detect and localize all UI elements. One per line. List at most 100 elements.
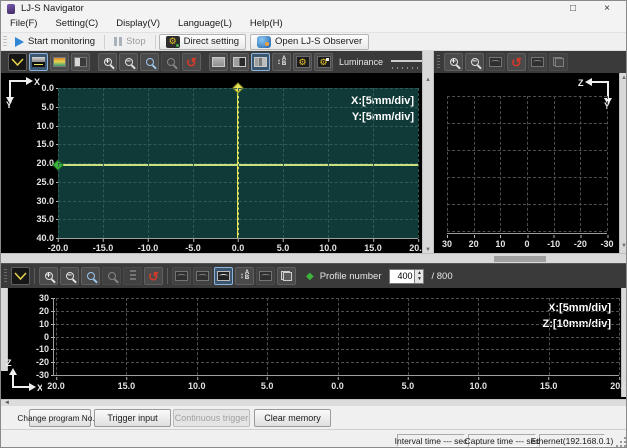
ab-compare-button[interactable]: ↕ AB xyxy=(272,53,291,71)
start-monitoring-button[interactable]: Start monitoring xyxy=(9,34,101,50)
undo-icon: ↺ xyxy=(148,270,159,283)
xz-view-3-button[interactable] xyxy=(214,267,233,285)
profile-wave-icon xyxy=(14,271,27,281)
zoom-in-button[interactable]: + xyxy=(98,53,117,71)
menu-file[interactable]: File(F) xyxy=(1,16,46,32)
zoom-in-icon: + xyxy=(45,272,53,280)
change-program-button[interactable]: Change program No. ▼ xyxy=(29,409,91,427)
xz-view-2-button[interactable] xyxy=(193,267,212,285)
close-button[interactable]: × xyxy=(592,1,622,16)
resize-grip[interactable] xyxy=(614,435,626,447)
gridline xyxy=(554,96,555,231)
maximize-button[interactable]: □ xyxy=(558,1,588,16)
spin-down-icon[interactable]: ▼ xyxy=(415,276,423,283)
mono-image-view-button[interactable] xyxy=(71,53,90,71)
zy-display-button[interactable] xyxy=(528,53,547,71)
horizontal-scrollbar-top[interactable] xyxy=(1,253,627,263)
trigger-input-button[interactable]: Trigger input xyxy=(94,409,171,427)
vertical-scrollbar-left[interactable]: ▲ ▼ xyxy=(422,51,434,263)
profile-display-button[interactable] xyxy=(11,267,30,285)
zy-copy-button[interactable] xyxy=(549,53,568,71)
vertical-scrollbar-right[interactable]: ▲ ▼ xyxy=(619,73,627,253)
zy-zoom-fit-button[interactable] xyxy=(486,53,505,71)
stop-button[interactable]: Stop xyxy=(108,34,152,50)
profile-view-button[interactable] xyxy=(8,53,27,71)
zy-zoom-in-button[interactable]: + xyxy=(444,53,463,71)
clear-memory-button[interactable]: Clear memory xyxy=(254,409,331,427)
luminance-label: Luminance xyxy=(339,57,383,67)
color-image-view-button[interactable] xyxy=(50,53,69,71)
menu-setting[interactable]: Setting(C) xyxy=(46,16,107,32)
menu-language[interactable]: Language(L) xyxy=(169,16,241,32)
head-setting-1-button[interactable]: ⚙ xyxy=(293,53,312,71)
clear-memory-label: Clear memory xyxy=(264,413,321,423)
xy-y-axis: 0.05.010.015.020.025.030.035.040.0 xyxy=(27,88,54,238)
zoom-out-button[interactable]: − xyxy=(119,53,138,71)
gridline xyxy=(56,311,619,312)
profile-toolbar: + − ↺ ↕ AB ◆ Profile number xyxy=(1,263,627,288)
zoom-previous-button[interactable] xyxy=(161,53,180,71)
x-div-label: X:[5mm/div] xyxy=(351,93,414,109)
direct-setting-label: Direct setting xyxy=(184,36,239,47)
window-title: LJ-S Navigator xyxy=(21,3,84,14)
zoom-reset-button[interactable]: ↺ xyxy=(182,53,201,71)
zy-zoom-reset-button[interactable]: ↺ xyxy=(507,53,526,71)
image-profile-view-button[interactable] xyxy=(29,53,48,71)
xz-ab-compare-button[interactable]: ↕ AB xyxy=(235,267,254,285)
xz-zoom-out-button[interactable]: − xyxy=(60,267,79,285)
gridline xyxy=(478,298,479,375)
xz-x-axis: 20.015.010.05.00.05.010.015.020.0 xyxy=(56,377,619,391)
layout-single-button[interactable] xyxy=(209,53,228,71)
scroll-up-icon[interactable]: ▲ xyxy=(620,75,627,82)
zy-plot-area[interactable] xyxy=(447,96,607,231)
profile-number-spinner[interactable]: 400 ▲ ▼ xyxy=(389,269,424,284)
xz-zoom-area-button[interactable] xyxy=(81,267,100,285)
tick-label: 40.0 xyxy=(36,233,54,243)
xz-step-button[interactable] xyxy=(123,267,142,285)
toolbar-grip xyxy=(4,269,7,283)
stop-icon xyxy=(114,37,122,46)
scroll-down-icon[interactable]: ▼ xyxy=(620,243,627,250)
layout-dual-button[interactable] xyxy=(230,53,249,71)
action-button-row: Change program No. ▼ Trigger input Conti… xyxy=(1,406,627,429)
xy-plot-area[interactable]: X:[5mm/div] Y:[5mm/div] xyxy=(58,88,418,238)
zy-x-axis: 3020100-10-20-30 xyxy=(447,235,607,249)
zoom-area-button[interactable] xyxy=(140,53,159,71)
close-icon: × xyxy=(604,3,610,14)
xz-display-button[interactable] xyxy=(256,267,275,285)
zoom-previous-icon xyxy=(108,272,116,280)
xz-zoom-previous-button[interactable] xyxy=(102,267,121,285)
ab-compare-icon: ↕ AB xyxy=(277,57,286,68)
gridline xyxy=(580,96,581,231)
tick-label: 15.0 xyxy=(364,243,382,253)
scrollbar-thumb[interactable] xyxy=(494,256,546,262)
zy-toolbar: + − ↺ xyxy=(434,51,627,73)
menu-help[interactable]: Help(H) xyxy=(241,16,292,32)
xz-copy-button[interactable] xyxy=(277,267,296,285)
x-axis-line xyxy=(53,375,619,376)
xz-zoom-in-button[interactable]: + xyxy=(39,267,58,285)
zy-zoom-out-button[interactable]: − xyxy=(465,53,484,71)
direct-setting-button[interactable]: ⚙ Direct setting xyxy=(159,34,246,50)
profile-number-value[interactable]: 400 xyxy=(390,270,414,283)
scroll-up-icon[interactable]: ▲ xyxy=(423,77,433,84)
y-position-marker[interactable] xyxy=(52,159,63,170)
tick-label: 0.0 xyxy=(331,381,344,391)
y-div-label: Y:[5mm/div] xyxy=(351,109,414,125)
toolbar-grip xyxy=(437,55,440,69)
continuous-trigger-button[interactable]: Continuous trigger xyxy=(173,409,250,427)
x-position-marker[interactable] xyxy=(232,82,243,93)
horizontal-scrollbar-bottom[interactable]: ◄ xyxy=(1,399,627,406)
open-observer-button[interactable]: Open LJ-S Observer xyxy=(250,34,369,50)
tick-label: 10.0 xyxy=(469,381,487,391)
xz-div-labels: X:[5mm/div] Z:[10mm/div] xyxy=(543,300,611,332)
tick-label: -20 xyxy=(574,239,587,249)
xz-plot-area[interactable]: X:[5mm/div] Z:[10mm/div] xyxy=(56,298,619,375)
xz-view-1-button[interactable] xyxy=(172,267,191,285)
layout-triple-button[interactable] xyxy=(251,53,270,71)
head-setting-2-button[interactable]: ⚙ xyxy=(314,53,333,71)
spinner-arrows: ▲ ▼ xyxy=(414,270,423,283)
tick-label: 0.0 xyxy=(41,83,54,93)
xz-zoom-reset-button[interactable]: ↺ xyxy=(144,267,163,285)
menu-display[interactable]: Display(V) xyxy=(107,16,169,32)
